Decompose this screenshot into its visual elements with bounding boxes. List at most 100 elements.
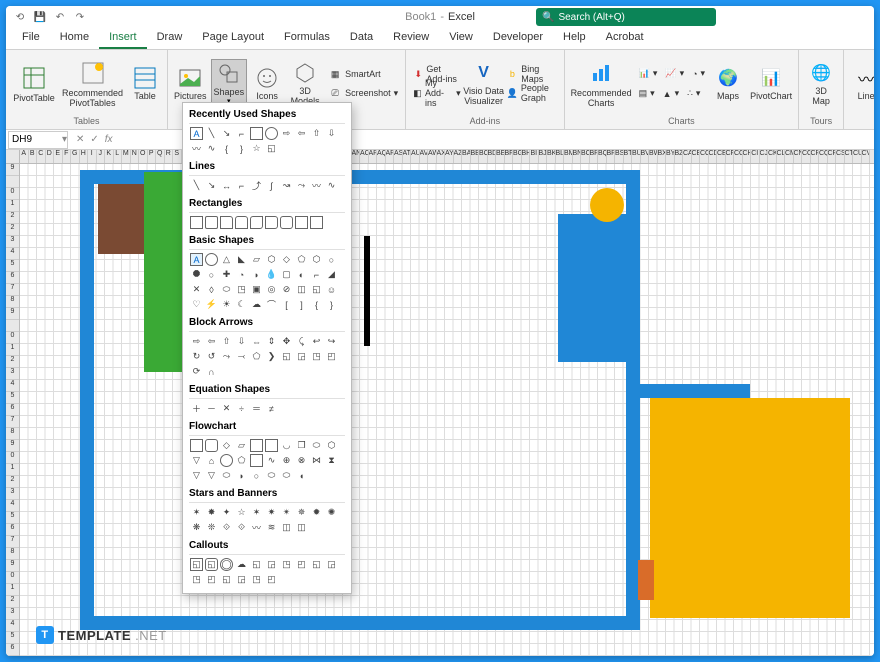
visio-button[interactable]: VVisio Data Visualizer	[466, 59, 502, 109]
col-header[interactable]: H	[80, 150, 89, 163]
shape-st-5[interactable]: ☆	[235, 506, 248, 519]
shape-co-l1[interactable]: ◱	[250, 558, 263, 571]
fx-icon[interactable]: fx	[105, 134, 113, 145]
col-header[interactable]: CO	[802, 150, 811, 163]
shape-fc-seq[interactable]: ○	[250, 469, 263, 482]
shape-b-donut[interactable]: ◎	[265, 283, 278, 296]
shape-st-8[interactable]: ✴	[280, 506, 293, 519]
shape-arrow-right[interactable]: ⇨	[280, 127, 293, 140]
shape-b-lbrk[interactable]: [	[280, 298, 293, 311]
shape-co-ba1[interactable]: ◱	[310, 558, 323, 571]
col-header[interactable]: AR	[386, 150, 395, 163]
column-headers[interactable]: ABCDEFGHIJKLMNOPQRSTUVWXYZAAABACADAEAFAG…	[6, 150, 874, 164]
autosave-icon[interactable]: ⟲	[12, 9, 28, 25]
shape-fc-sum[interactable]: ⊕	[280, 454, 293, 467]
row-header[interactable]	[6, 176, 19, 188]
shape-b-bevel[interactable]: ▣	[250, 283, 263, 296]
shape-st-10[interactable]: ✵	[295, 506, 308, 519]
row-header[interactable]: 3	[6, 368, 19, 380]
col-header[interactable]: BP	[590, 150, 599, 163]
shape-star[interactable]: ☆	[250, 142, 263, 155]
row-header[interactable]: 8	[6, 428, 19, 440]
col-header[interactable]: BC	[479, 150, 488, 163]
col-header[interactable]: BM	[564, 150, 573, 163]
row-header[interactable]: 7	[6, 536, 19, 548]
shape-fc-man[interactable]: ▽	[190, 454, 203, 467]
row-header[interactable]: 4	[6, 500, 19, 512]
shape-rect[interactable]	[250, 127, 263, 140]
shape-ba-co2[interactable]: ◲	[295, 350, 308, 363]
col-header[interactable]: CD	[709, 150, 718, 163]
enter-icon[interactable]: ✓	[90, 134, 98, 145]
col-header[interactable]: BH	[522, 150, 531, 163]
shape-b-oct[interactable]: ⯃	[190, 268, 203, 281]
undo-icon[interactable]: ↶	[52, 9, 68, 25]
shape-fc-term[interactable]: ⬭	[310, 439, 323, 452]
col-header[interactable]: G	[71, 150, 80, 163]
col-header[interactable]: CR	[828, 150, 837, 163]
col-header[interactable]: BD	[488, 150, 497, 163]
row-header[interactable]: 7	[6, 416, 19, 428]
col-header[interactable]: CT	[845, 150, 854, 163]
row-header[interactable]: 6	[6, 404, 19, 416]
shape-ba-lut[interactable]: ↪	[325, 335, 338, 348]
shape-st-32[interactable]: ❊	[205, 521, 218, 534]
tab-insert[interactable]: Insert	[99, 27, 147, 49]
col-header[interactable]: CF	[726, 150, 735, 163]
3d-models-button[interactable]: 3D Models	[287, 59, 323, 109]
shape-b-para[interactable]: ▱	[250, 253, 263, 266]
shape-b-cube[interactable]: ◳	[235, 283, 248, 296]
shape-st-12[interactable]: ✹	[310, 506, 323, 519]
shape-callout[interactable]: ◱	[265, 142, 278, 155]
pivotchart-button[interactable]: 📊PivotChart	[748, 64, 794, 104]
shape-b-fold[interactable]: ◱	[310, 283, 323, 296]
col-header[interactable]: BG	[513, 150, 522, 163]
shape-scribble[interactable]: ∿	[205, 142, 218, 155]
shape-b-pie[interactable]: ◔	[235, 268, 248, 281]
yellow-circle[interactable]	[590, 188, 624, 222]
chart-scatter-button[interactable]: ∴▾	[684, 85, 703, 103]
blue-rect[interactable]	[558, 214, 638, 362]
col-header[interactable]: AX	[437, 150, 446, 163]
col-header[interactable]: N	[131, 150, 140, 163]
3d-map-button[interactable]: 🌐3D Map	[803, 59, 839, 109]
black-line[interactable]	[364, 236, 370, 346]
shape-st-rib1[interactable]: ⟐	[220, 521, 233, 534]
shape-fc-proc[interactable]	[190, 439, 203, 452]
shape-b-arc[interactable]: ⌒	[265, 298, 278, 311]
shape-ba-pent[interactable]: ⬠	[250, 350, 263, 363]
shape-arrow-line[interactable]: ↘	[220, 127, 233, 140]
row-header[interactable]: 6	[6, 644, 19, 656]
row-header[interactable]: 1	[6, 584, 19, 596]
col-header[interactable]: J	[97, 150, 106, 163]
col-header[interactable]: O	[139, 150, 148, 163]
shape-st-wave[interactable]: 〰	[250, 521, 263, 534]
shape-r2[interactable]	[205, 216, 218, 229]
shape-fc-dec[interactable]: ◇	[220, 439, 233, 452]
shape-oval[interactable]	[265, 127, 278, 140]
row-header[interactable]: 7	[6, 284, 19, 296]
shape-ba-ud[interactable]: ⇕	[265, 335, 278, 348]
worksheet-grid[interactable]	[20, 164, 874, 656]
shape-b-diag[interactable]: ◢	[325, 268, 338, 281]
shape-co-cl[interactable]: ☁	[235, 558, 248, 571]
tab-view[interactable]: View	[439, 27, 483, 49]
col-header[interactable]: AO	[360, 150, 369, 163]
row-header[interactable]: 2	[6, 356, 19, 368]
shape-st-6[interactable]: ✶	[250, 506, 263, 519]
shape-b-smile[interactable]: ☺	[325, 283, 338, 296]
col-header[interactable]: AV	[420, 150, 429, 163]
col-header[interactable]: AN	[352, 150, 361, 163]
shape-fc-disk[interactable]: ⬭	[280, 469, 293, 482]
row-header[interactable]: 3	[6, 608, 19, 620]
col-header[interactable]: AU	[411, 150, 420, 163]
row-header[interactable]: 8	[6, 296, 19, 308]
shape-b-chord[interactable]: ◗	[250, 268, 263, 281]
col-header[interactable]: AP	[369, 150, 378, 163]
shape-fc-conn[interactable]	[220, 454, 233, 467]
shape-st-4[interactable]: ✦	[220, 506, 233, 519]
shape-r8[interactable]	[295, 216, 308, 229]
row-header[interactable]: 9	[6, 560, 19, 572]
shape-b-rbrk[interactable]: ]	[295, 298, 308, 311]
shape-st-rib2[interactable]: ⟐	[235, 521, 248, 534]
